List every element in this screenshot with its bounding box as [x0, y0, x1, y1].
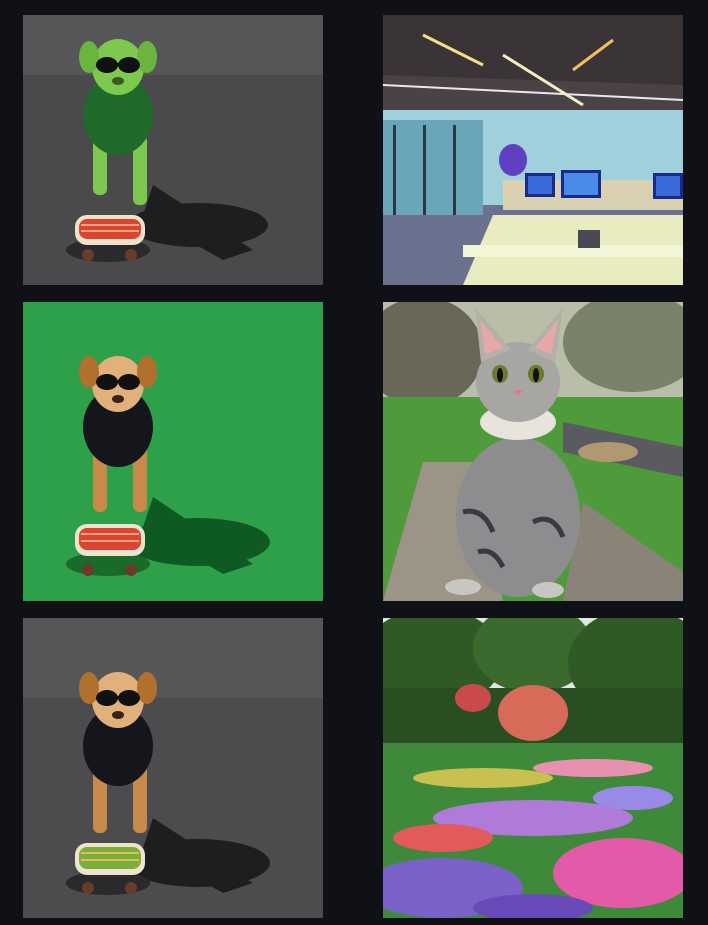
cat-in-garden-icon	[383, 302, 683, 601]
image-dog-skateboard-green-tint[interactable]	[23, 15, 323, 285]
image-office-room[interactable]	[383, 15, 683, 285]
image-grid	[0, 0, 708, 925]
dog-skateboard-green-ground-icon	[23, 302, 323, 601]
dog-skateboard-green-tint-icon	[23, 15, 323, 285]
image-flower-garden[interactable]	[383, 618, 683, 918]
flower-garden-icon	[383, 618, 683, 918]
office-room-icon	[383, 15, 683, 285]
image-dog-skateboard-green-ground[interactable]	[23, 302, 323, 601]
image-dog-skateboard-asphalt[interactable]	[23, 618, 323, 918]
image-cat-in-garden[interactable]	[383, 302, 683, 601]
dog-skateboard-asphalt-icon	[23, 618, 323, 918]
